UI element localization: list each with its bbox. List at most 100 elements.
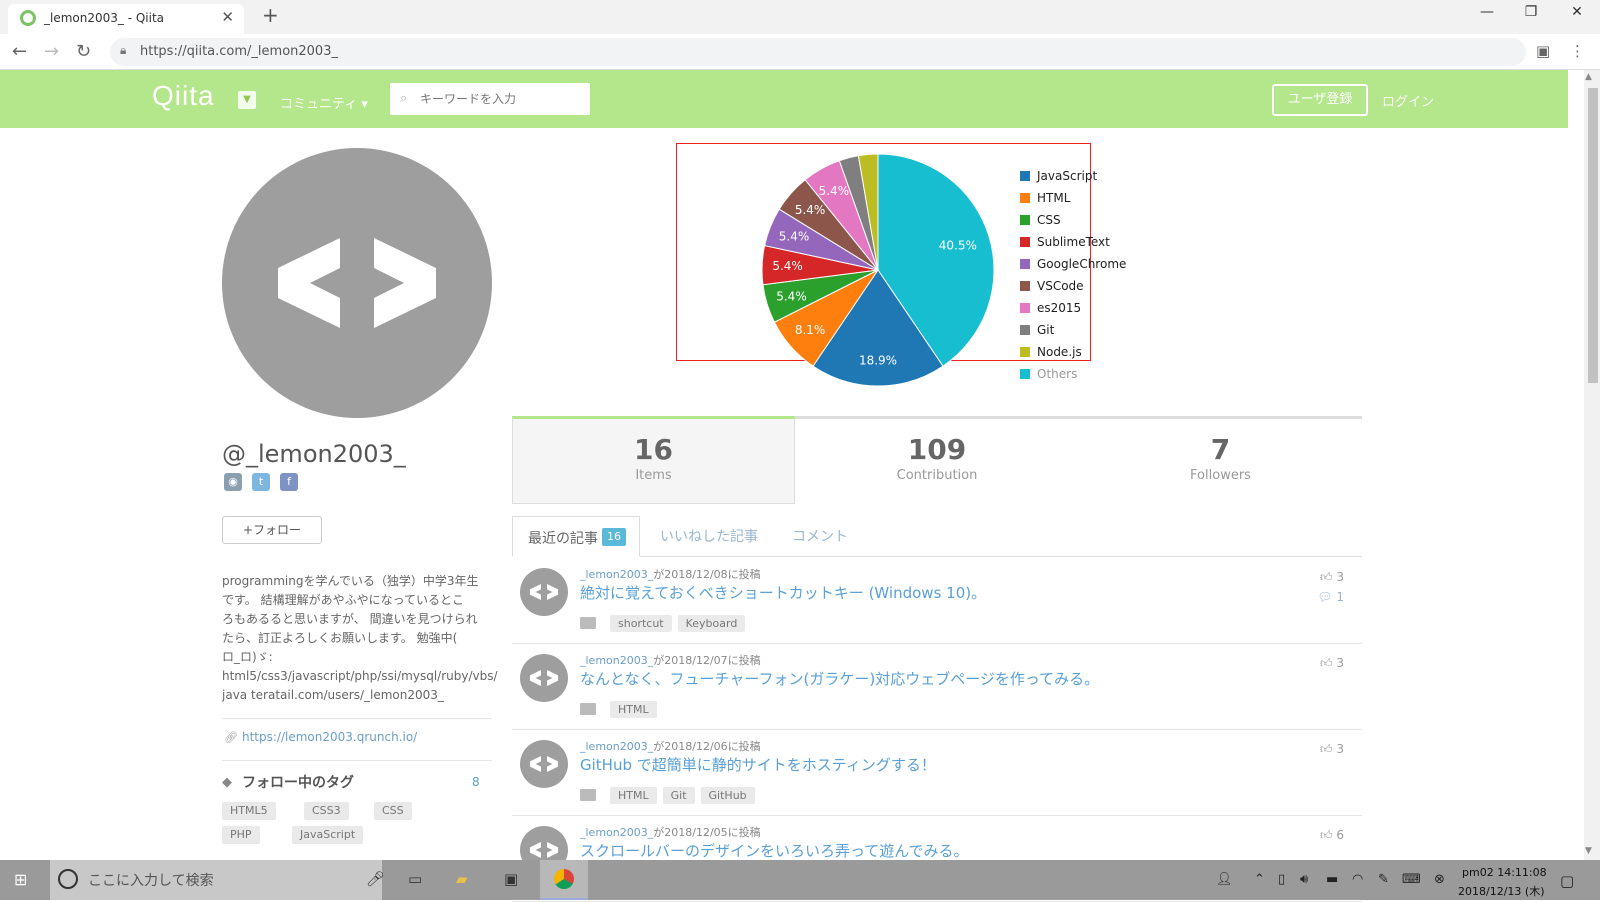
tag-javascript[interactable]: JavaScript xyxy=(292,826,364,844)
wifi-icon[interactable]: ◠ xyxy=(1352,872,1363,887)
article-tag[interactable]: GitHub xyxy=(700,787,755,804)
tag-css[interactable]: CSS xyxy=(374,802,412,820)
terminal-icon[interactable]: ▣ xyxy=(504,870,518,888)
stat-contribution[interactable]: 109 Contribution xyxy=(795,416,1079,504)
window-close-icon[interactable]: ✕ xyxy=(1562,4,1592,20)
article-tag[interactable]: HTML xyxy=(610,701,657,718)
tab-liked-articles[interactable]: いいねした記事 xyxy=(660,526,758,546)
chevron-up-icon[interactable]: ⌃ xyxy=(1254,872,1265,887)
people-icon[interactable]: 👤︎ xyxy=(1216,872,1233,887)
likes-count: 3 xyxy=(1336,742,1344,756)
article-date: が2018/12/06に投稿 xyxy=(653,740,761,753)
scrollbar-thumb[interactable] xyxy=(1588,88,1598,383)
minimize-icon[interactable]: — xyxy=(1472,4,1502,20)
article-author[interactable]: _lemon2003_ xyxy=(580,826,653,839)
article-tag[interactable]: shortcut xyxy=(610,615,672,632)
tab-close-icon[interactable]: ✕ xyxy=(221,8,234,26)
tag-html5[interactable]: HTML5 xyxy=(222,802,276,820)
article-title[interactable]: GitHub で超簡単に静的サイトをホスティングする！ xyxy=(580,754,936,775)
notification-icon[interactable]: ▢ xyxy=(1560,872,1574,890)
follow-button[interactable]: +フォロー xyxy=(222,516,322,544)
tag-css3[interactable]: CSS3 xyxy=(304,802,349,820)
qiita-logo[interactable]: Qiita xyxy=(152,80,215,112)
article-author[interactable]: _lemon2003_ xyxy=(580,568,653,581)
profile-icon[interactable]: ▣ xyxy=(1536,42,1550,60)
forward-arrow-icon[interactable]: → xyxy=(44,41,59,62)
community-menu[interactable]: コミュニティ ▾ xyxy=(280,93,368,112)
new-tab-button[interactable]: + xyxy=(262,3,279,27)
chrome-taskbar-button[interactable] xyxy=(540,860,588,900)
reload-icon[interactable]: ↻ xyxy=(76,41,91,62)
legend-label: es2015 xyxy=(1037,301,1081,315)
file-explorer-icon[interactable]: ▰ xyxy=(456,870,468,888)
facebook-icon[interactable]: f xyxy=(280,473,298,491)
article-author[interactable]: _lemon2003_ xyxy=(580,654,653,667)
tab-comments[interactable]: コメント xyxy=(792,526,848,546)
website-link[interactable]: https://lemon2003.qrunch.io/ xyxy=(242,730,417,744)
article-title[interactable]: スクロールバーのデザインをいろいろ弄って遊んでみる。 xyxy=(580,840,969,861)
github-icon[interactable]: ◉ xyxy=(224,473,242,491)
legend-swatch xyxy=(1020,237,1030,247)
windows-start-icon[interactable]: ⊞ xyxy=(14,870,27,889)
article-avatar[interactable] xyxy=(520,654,568,702)
taskbar-search[interactable]: ここに入力して検索 xyxy=(50,860,382,900)
search-input[interactable] xyxy=(390,83,590,115)
search-icon: ⌕ xyxy=(400,91,408,106)
clock-time[interactable]: pm02 14:11:08 xyxy=(1462,866,1547,879)
article-title[interactable]: 絶対に覚えておくべきショートカットキー (Windows 10)。 xyxy=(580,582,986,603)
article-author[interactable]: _lemon2003_ xyxy=(580,740,653,753)
bio-line: java teratail.com/users/_lemon2003_ xyxy=(222,688,444,702)
twitter-icon[interactable]: t xyxy=(252,473,270,491)
tag-php[interactable]: PHP xyxy=(222,826,260,844)
menu-kebab-icon[interactable]: ⋮ xyxy=(1570,42,1585,60)
scroll-down-icon[interactable]: ▼ xyxy=(1585,846,1592,856)
battery-icon[interactable]: ▬ xyxy=(1326,872,1338,887)
scroll-up-icon[interactable]: ▲ xyxy=(1585,72,1592,82)
pen-icon[interactable]: ✎ xyxy=(1378,872,1389,887)
article-avatar[interactable] xyxy=(520,740,568,788)
back-arrow-icon[interactable]: ← xyxy=(12,41,27,62)
article-tag[interactable]: Git xyxy=(662,787,695,804)
link-icon: 🔗︎ xyxy=(224,731,238,744)
microphone-icon[interactable]: 🎤︎ xyxy=(366,870,385,888)
article-item[interactable]: _lemon2003_が2018/12/07に投稿 なんとなく、フューチャーフォン… xyxy=(512,644,1362,730)
article-meta: _lemon2003_が2018/12/07に投稿 xyxy=(580,652,761,668)
url-bar[interactable]: 🔒︎ https://qiita.com/_lemon2003_ xyxy=(110,38,1526,66)
article-meta: _lemon2003_が2018/12/05に投稿 xyxy=(580,824,761,840)
language-pie-chart: 40.5% 18.9% 8.1% 5.4% 5.4% 5.4% 5.4% 5.4% JavaSc… xyxy=(761,153,1126,387)
article-avatar[interactable] xyxy=(520,568,568,616)
tab-recent-label[interactable]: 最近の記事 xyxy=(528,528,598,548)
keyboard-icon[interactable]: ⌨ xyxy=(1402,872,1421,887)
legend-label: Others xyxy=(1037,367,1077,381)
maximize-icon[interactable]: ❐ xyxy=(1516,4,1546,20)
task-view-icon[interactable]: ▭ xyxy=(408,870,422,888)
x-circle-icon[interactable]: ⊗ xyxy=(1434,872,1445,887)
article-tag[interactable]: HTML xyxy=(610,787,657,804)
signup-button[interactable]: ユーザ登録 xyxy=(1272,84,1368,116)
legend-swatch xyxy=(1020,193,1030,203)
article-item[interactable]: _lemon2003_が2018/12/06に投稿 GitHub で超簡単に静的サ… xyxy=(512,730,1362,816)
pie-value-label: 5.4% xyxy=(779,229,810,243)
stat-items[interactable]: 16 Items xyxy=(512,416,795,504)
comments-count: 1 xyxy=(1336,590,1344,604)
volume-icon[interactable]: 🔊︎ xyxy=(1300,872,1308,887)
usb-icon[interactable]: ▯ xyxy=(1278,872,1285,887)
followed-tags-count[interactable]: 8 xyxy=(472,775,480,789)
article-title[interactable]: なんとなく、フューチャーフォン(ガラケー)対応ウェブページを作ってみる。 xyxy=(580,668,1099,689)
logo-dropdown-icon[interactable]: ▼ xyxy=(238,91,256,109)
pie-value-label: 5.4% xyxy=(795,203,826,217)
cortana-icon[interactable] xyxy=(58,869,78,889)
pie-value-label: 18.9% xyxy=(859,353,897,367)
bio-line: programmingを学んでいる（独学）中学3年生 xyxy=(222,574,479,588)
browser-tab[interactable]: _lemon2003_ - Qiita ✕ xyxy=(8,4,244,34)
chrome-icon xyxy=(554,869,574,889)
stat-number: 109 xyxy=(907,433,967,466)
article-meta: _lemon2003_が2018/12/06に投稿 xyxy=(580,738,761,754)
article-item[interactable]: _lemon2003_が2018/12/08に投稿 絶対に覚えておくべきショートカ… xyxy=(512,558,1362,644)
clock-date[interactable]: 2018/12/13 (木) xyxy=(1458,883,1544,899)
legend-label: HTML xyxy=(1037,191,1071,205)
article-tag[interactable]: Keyboard xyxy=(677,615,746,632)
login-link[interactable]: ログイン xyxy=(1382,91,1434,110)
url-text: https://qiita.com/_lemon2003_ xyxy=(140,44,338,59)
stat-followers[interactable]: 7 Followers xyxy=(1079,416,1362,504)
